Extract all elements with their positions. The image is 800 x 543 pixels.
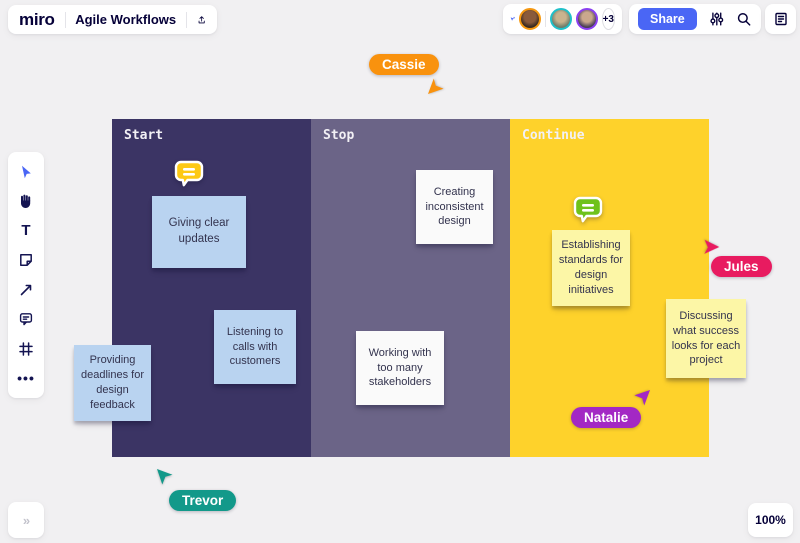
export-icon[interactable]	[197, 12, 206, 28]
sticky-note-tool-icon[interactable]	[16, 250, 36, 270]
divider	[186, 11, 187, 28]
document-icon[interactable]	[773, 11, 789, 27]
cursor-name-label: Jules	[711, 256, 772, 277]
tools-toolbar: T •••	[8, 152, 44, 398]
board-title[interactable]: Agile Workflows	[75, 12, 176, 27]
sticky-note[interactable]: Establishing standards for design initia…	[552, 230, 630, 306]
expand-panel-button[interactable]: »	[8, 502, 44, 538]
sticky-note[interactable]: Providing deadlines for design feedback	[74, 345, 151, 421]
avatar[interactable]	[575, 8, 598, 30]
follow-cursor-icon[interactable]	[510, 11, 516, 27]
cursor-icon	[428, 78, 444, 94]
avatar[interactable]	[519, 8, 542, 30]
zoom-level-button[interactable]: 100%	[748, 503, 793, 537]
collaborators-overflow-badge[interactable]: +3	[601, 8, 615, 30]
search-icon[interactable]	[736, 11, 752, 27]
chevron-double-right-icon: »	[22, 512, 30, 528]
comment-tool-icon[interactable]	[16, 309, 36, 329]
sticky-note[interactable]: Listening to calls with customers	[214, 310, 296, 384]
sliders-icon[interactable]	[709, 11, 725, 27]
cursor-name-label: Cassie	[369, 54, 439, 75]
cursor-icon	[634, 390, 650, 406]
sticky-note[interactable]: Working with too many stakeholders	[356, 331, 444, 405]
sticky-note[interactable]: Giving clear updates	[152, 196, 246, 268]
frame-tool-icon[interactable]	[16, 339, 36, 359]
sticky-note[interactable]: Creating inconsistent design	[416, 170, 493, 244]
share-button[interactable]: Share	[638, 8, 697, 30]
column-label: Start	[124, 128, 164, 143]
app-header-card: miro Agile Workflows	[8, 5, 217, 34]
cursor-icon	[157, 469, 173, 485]
cursor-name-label: Trevor	[169, 490, 237, 511]
column-label: Continue	[522, 128, 585, 143]
more-tools-icon[interactable]: •••	[16, 368, 36, 388]
select-tool-icon[interactable]	[16, 162, 36, 182]
comment-marker-icon[interactable]	[571, 194, 605, 228]
hand-tool-icon[interactable]	[16, 191, 36, 211]
text-tool-icon[interactable]: T	[16, 221, 36, 241]
avatar[interactable]	[549, 8, 572, 30]
share-card: Share	[629, 4, 761, 34]
notes-panel-card	[765, 4, 796, 34]
cursor-name-label: Natalie	[571, 407, 642, 428]
comment-marker-icon[interactable]	[172, 158, 206, 192]
divider	[64, 11, 66, 28]
sticky-note[interactable]: Discussing what success looks for each p…	[666, 299, 746, 378]
collaborators-card: +3	[503, 4, 622, 34]
miro-logo[interactable]: miro	[19, 10, 55, 30]
column-label: Stop	[323, 128, 355, 143]
arrow-tool-icon[interactable]	[16, 280, 36, 300]
